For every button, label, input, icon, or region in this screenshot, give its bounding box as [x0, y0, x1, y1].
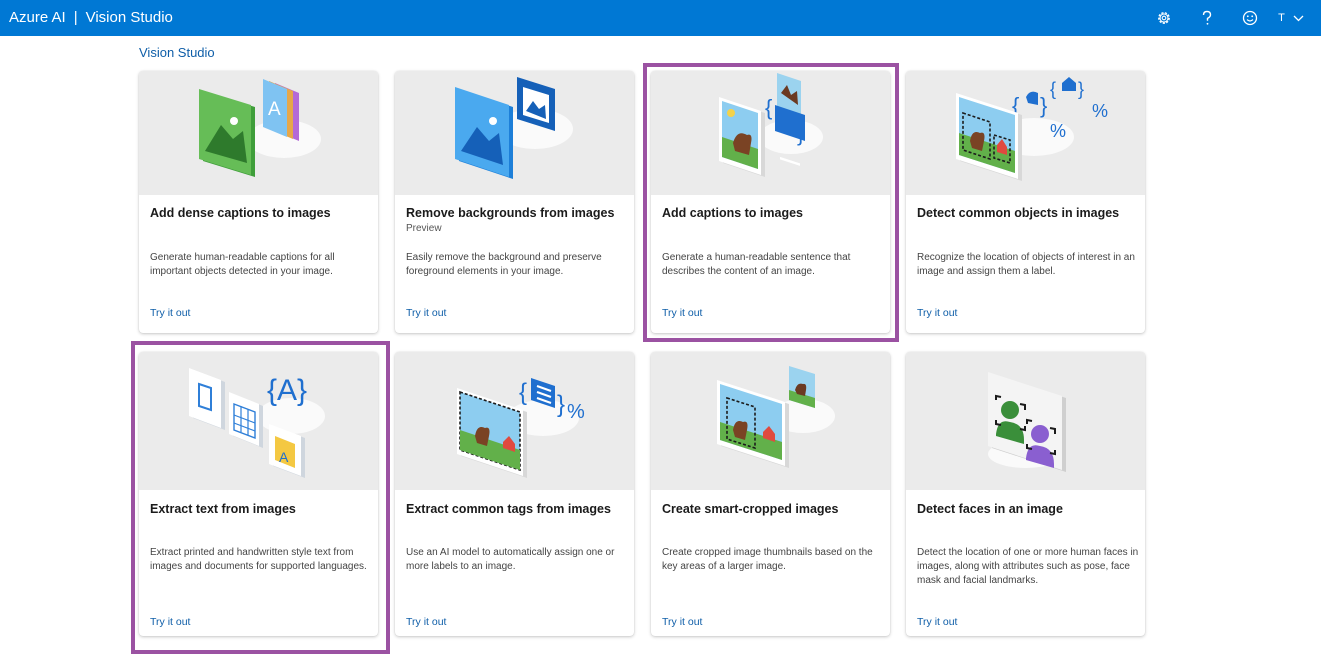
- card-extract-tags[interactable]: { } % Extract common tags from images Us…: [395, 352, 634, 636]
- user-initial: T: [1278, 12, 1285, 24]
- brand-azure-ai: Azure AI: [9, 9, 66, 26]
- card-description: Recognize the location of objects of int…: [917, 252, 1135, 277]
- card-illustration: [651, 352, 890, 490]
- dense-captions-illustration-icon: A: [199, 79, 321, 177]
- card-description: Easily remove the background and preserv…: [406, 252, 602, 277]
- card-dense-captions[interactable]: A Add dense captions to images Generate …: [139, 71, 378, 333]
- card-description: Use an AI model to automatically assign …: [406, 547, 615, 572]
- svg-text:%: %: [1092, 101, 1108, 121]
- smart-crop-illustration-icon: [717, 366, 835, 468]
- card-remove-backgrounds[interactable]: Remove backgrounds from images Preview E…: [395, 71, 634, 333]
- detect-faces-illustration-icon: [988, 372, 1066, 472]
- preview-badge: Preview: [406, 223, 442, 234]
- breadcrumb-vision-studio[interactable]: Vision Studio: [139, 45, 215, 60]
- remove-background-illustration-icon: [455, 77, 573, 179]
- svg-text:}: }: [557, 391, 565, 418]
- svg-text:%: %: [1050, 121, 1066, 141]
- feedback-button[interactable]: [1228, 0, 1271, 36]
- highlight-frame-add-captions: [643, 63, 899, 342]
- brand-separator: |: [73, 9, 78, 26]
- svg-text:}: }: [1040, 93, 1047, 118]
- try-it-out-link[interactable]: Try it out: [662, 616, 702, 628]
- try-it-out-link[interactable]: Try it out: [917, 616, 957, 628]
- card-illustration: [395, 71, 634, 195]
- card-illustration: { } %: [395, 352, 634, 490]
- card-title: Detect faces in an image: [917, 502, 1063, 516]
- help-question-icon: [1202, 10, 1211, 25]
- card-description: Generate human-readable captions for all…: [150, 252, 335, 277]
- extract-tags-illustration-icon: { } %: [457, 378, 585, 478]
- help-button[interactable]: [1185, 0, 1228, 36]
- try-it-out-link[interactable]: Try it out: [917, 307, 957, 319]
- card-illustration: A: [139, 71, 378, 195]
- brand-vision-studio: Vision Studio: [85, 9, 173, 26]
- card-title: Detect common objects in images: [917, 206, 1120, 220]
- card-description: Detect the location of one or more human…: [917, 547, 1139, 586]
- settings-button[interactable]: [1142, 0, 1185, 36]
- svg-text:{: {: [1050, 79, 1056, 99]
- card-detect-faces[interactable]: Detect faces in an image Detect the loca…: [906, 352, 1145, 636]
- top-bar: Azure AI | Vision Studio T: [0, 0, 1321, 36]
- card-title: Add dense captions to images: [150, 206, 331, 220]
- try-it-out-link[interactable]: Try it out: [406, 616, 446, 628]
- card-illustration: [906, 352, 1145, 490]
- try-it-out-link[interactable]: Try it out: [150, 307, 190, 319]
- card-detect-objects[interactable]: { } { } % % Detect common objects in ima…: [906, 71, 1145, 333]
- card-title: Remove backgrounds from images: [406, 206, 615, 220]
- card-title: Extract common tags from images: [406, 502, 611, 516]
- feedback-smiley-icon: [1242, 10, 1257, 26]
- settings-gear-icon: [1157, 12, 1170, 24]
- card-illustration: { } { } % %: [906, 71, 1145, 195]
- highlight-frame-extract-text: [131, 341, 390, 654]
- card-smart-cropped[interactable]: Create smart-cropped images Create cropp…: [651, 352, 890, 636]
- detect-objects-illustration-icon: { } { } % %: [956, 77, 1108, 181]
- app-brand[interactable]: Azure AI | Vision Studio: [9, 9, 173, 26]
- chevron-down-icon: [1293, 15, 1304, 21]
- card-title: Create smart-cropped images: [662, 502, 839, 516]
- svg-text:%: %: [567, 401, 585, 423]
- svg-text:{: {: [519, 379, 527, 406]
- header-actions: T: [1142, 0, 1311, 36]
- account-menu-button[interactable]: T: [1271, 0, 1311, 36]
- try-it-out-link[interactable]: Try it out: [406, 307, 446, 319]
- svg-text:A: A: [268, 99, 281, 120]
- svg-text:}: }: [1078, 79, 1084, 99]
- card-description: Create cropped image thumbnails based on…: [662, 547, 873, 572]
